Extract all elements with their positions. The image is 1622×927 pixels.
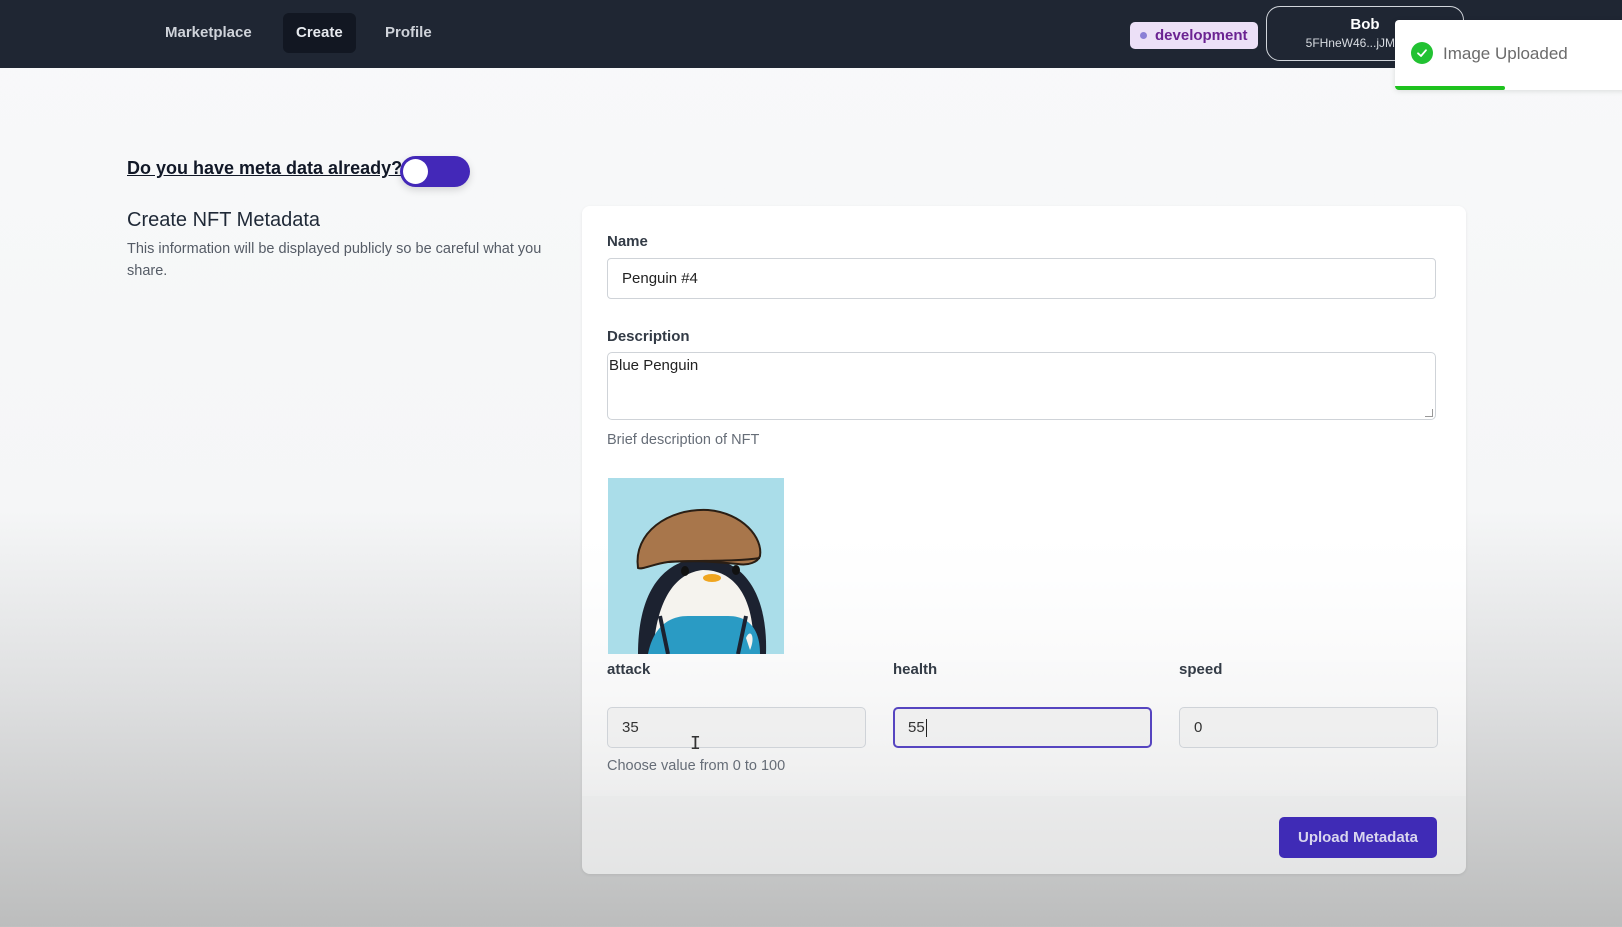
speed-label: speed: [1179, 661, 1223, 678]
section-description: This information will be displayed publi…: [127, 241, 542, 279]
text-cursor-icon: I: [690, 733, 701, 754]
nav-link-profile[interactable]: Profile: [372, 13, 445, 53]
attack-input[interactable]: 35: [607, 707, 866, 748]
nav-link-create[interactable]: Create: [283, 13, 356, 53]
upload-metadata-button[interactable]: Upload Metadata: [1279, 817, 1437, 858]
text-caret: [925, 719, 927, 738]
speed-input[interactable]: 0: [1179, 707, 1438, 748]
toast-notification[interactable]: Image Uploaded: [1395, 20, 1622, 90]
check-circle-icon: [1411, 42, 1433, 64]
description-label: Description: [607, 328, 690, 345]
meta-data-question: Do you have meta data already?: [127, 158, 403, 178]
toast-progress-bar: [1395, 86, 1506, 90]
environment-badge: development: [1130, 22, 1258, 49]
health-input[interactable]: 55: [893, 707, 1152, 748]
description-textarea[interactable]: Blue Penguin: [607, 352, 1436, 420]
toggle-knob: [403, 159, 428, 184]
status-dot-icon: [1140, 32, 1147, 39]
penguin-image: [608, 478, 784, 654]
meta-data-toggle[interactable]: [400, 156, 470, 187]
resize-handle-icon[interactable]: [1425, 409, 1433, 417]
toast-progress-track: [1395, 86, 1622, 90]
name-label: Name: [607, 233, 648, 250]
health-value: 55: [908, 719, 925, 736]
name-input[interactable]: Penguin #4: [607, 258, 1436, 299]
top-navbar: Marketplace Create Profile development B…: [0, 0, 1622, 68]
description-help: Brief description of NFT: [607, 432, 760, 448]
environment-label: development: [1155, 27, 1248, 44]
section-title: Create NFT Metadata: [127, 209, 321, 231]
description-value: Blue Penguin: [609, 357, 699, 374]
attribute-help: Choose value from 0 to 100: [607, 758, 786, 774]
toast-message: Image Uploaded: [1443, 44, 1568, 63]
nav-link-marketplace[interactable]: Marketplace: [152, 13, 265, 53]
nft-image-preview: [608, 478, 784, 654]
health-label: health: [893, 661, 938, 678]
metadata-form-card: Name Penguin #4 Description Blue Penguin…: [582, 206, 1466, 874]
attack-label: attack: [607, 661, 651, 678]
